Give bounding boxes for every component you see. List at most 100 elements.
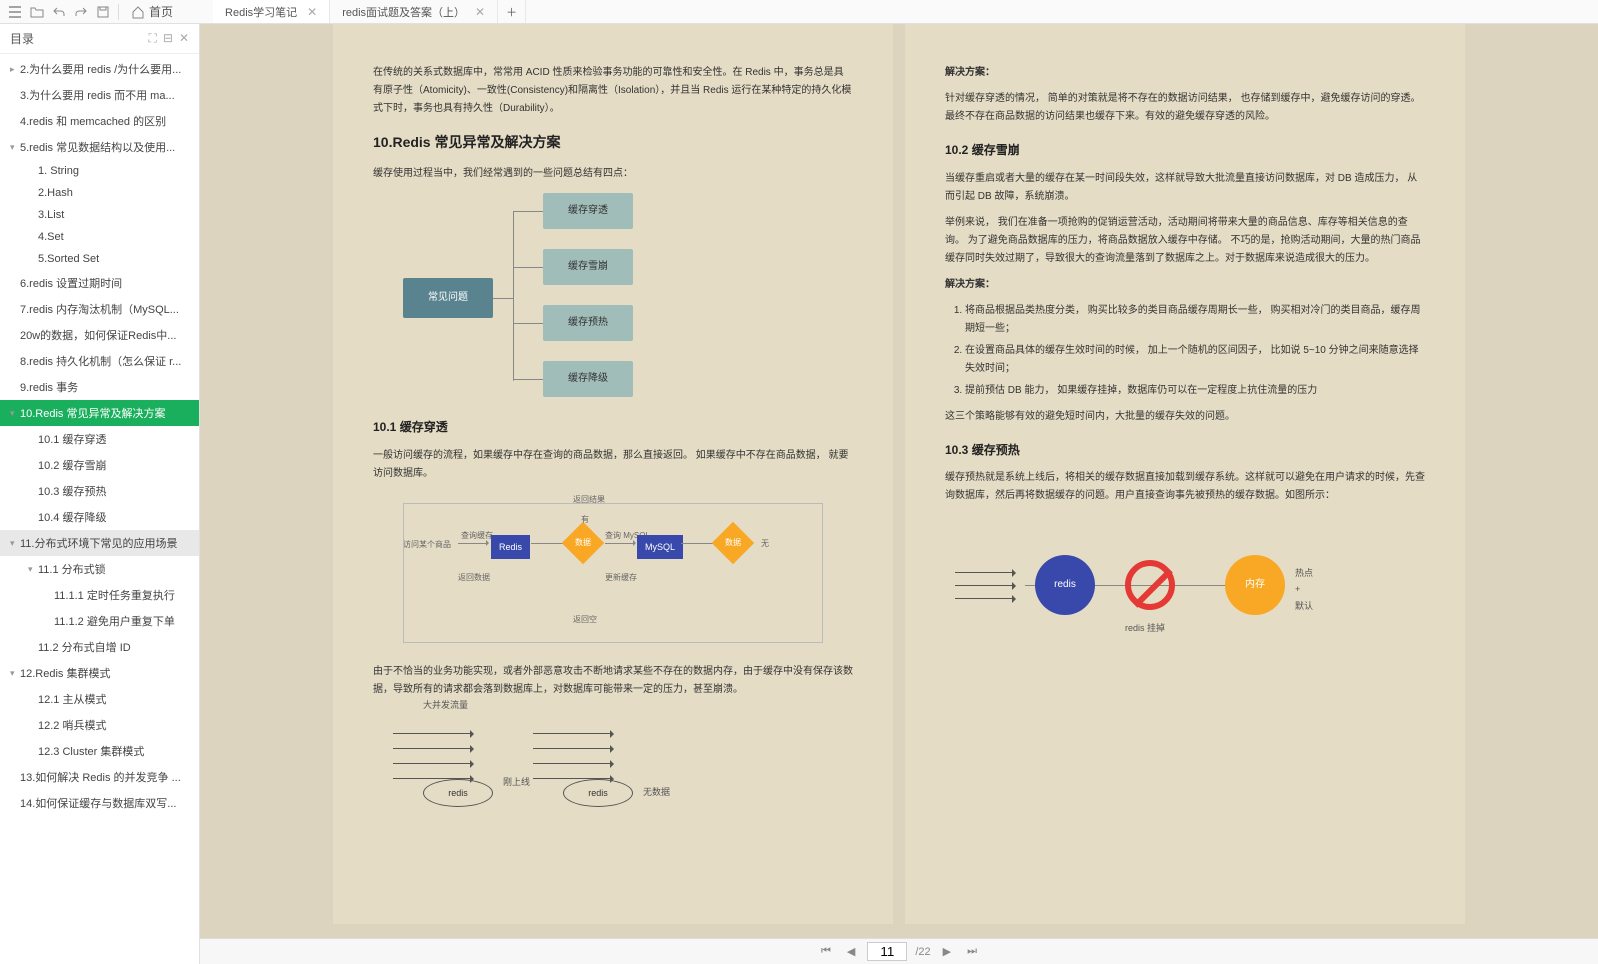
heading-10: 10.Redis 常见异常及解决方案	[373, 130, 853, 155]
outline-item[interactable]: 13.如何解决 Redis 的并发竞争 ...	[0, 764, 199, 790]
page-navigator: ⏮ ◀ /22 ▶ ⏭	[200, 938, 1598, 964]
tab-bar: Redis学习笔记 ✕ redis面试题及答案（上） ✕ ＋	[213, 0, 526, 23]
outline-item[interactable]: 7.redis 内存淘汰机制（MySQL...	[0, 296, 199, 322]
outline-item[interactable]: ▾12.Redis 集群模式	[0, 660, 199, 686]
outline-label: 6.redis 设置过期时间	[20, 275, 122, 291]
outline-item[interactable]: 3.List	[0, 204, 199, 226]
diagram-leaf: 缓存穿透	[543, 193, 633, 229]
last-page-button[interactable]: ⏭	[963, 945, 981, 958]
outline-label: 4.redis 和 memcached 的区别	[20, 113, 166, 129]
expand-arrow-icon: ▾	[28, 564, 38, 575]
outline-item[interactable]: 3.为什么要用 redis 而不用 ma...	[0, 82, 199, 108]
outline-item[interactable]: ▸2.为什么要用 redis /为什么要用...	[0, 56, 199, 82]
outline-item[interactable]: ▾10.Redis 常见异常及解决方案	[0, 400, 199, 426]
outline-label: 12.2 哨兵模式	[38, 717, 106, 733]
outline-label: 4.Set	[38, 231, 64, 243]
expand-icon[interactable]: ⛶	[148, 31, 156, 46]
outline-label: 10.3 缓存预热	[38, 483, 106, 499]
diagram-cache-flow: 返回结果 访问某个商品 查询缓存 Redis 数据 有 查询 MySQL MyS…	[373, 493, 853, 653]
save-icon[interactable]	[92, 1, 114, 23]
diag-label: 默认	[1295, 601, 1313, 611]
outline-item[interactable]: 14.如何保证缓存与数据库双写...	[0, 790, 199, 816]
heading-10-3: 10.3 缓存预热	[945, 440, 1425, 462]
outline-item[interactable]: 8.redis 持久化机制（怎么保证 r...	[0, 348, 199, 374]
prev-page-button[interactable]: ◀	[843, 945, 859, 958]
home-label: 首页	[149, 3, 173, 20]
outline-label: 11.1 分布式锁	[38, 561, 106, 577]
heading-10-1: 10.1 缓存穿透	[373, 417, 853, 439]
collapse-icon[interactable]: ⊟	[163, 31, 173, 46]
diagram-leaf: 缓存预热	[543, 305, 633, 341]
outline-label: 10.Redis 常见异常及解决方案	[20, 405, 165, 421]
outline-list: ▸2.为什么要用 redis /为什么要用...3.为什么要用 redis 而不…	[0, 54, 199, 964]
expand-arrow-icon: ▾	[10, 408, 20, 419]
solution-label: 解决方案：	[945, 279, 995, 290]
solution-list: 将商品根据品类热度分类， 购买比较多的类目商品缓存周期长一些， 购买相对冷门的类…	[965, 302, 1425, 400]
page-total: /22	[915, 946, 930, 958]
outline-label: 5.redis 常见数据结构以及使用...	[20, 139, 175, 155]
outline-item[interactable]: 4.Set	[0, 226, 199, 248]
outline-item[interactable]: 2.Hash	[0, 182, 199, 204]
home-button[interactable]: 首页	[131, 3, 173, 20]
outline-item[interactable]: 11.1.2 避免用户重复下单	[0, 608, 199, 634]
add-tab-button[interactable]: ＋	[498, 0, 526, 23]
outline-item[interactable]: 9.redis 事务	[0, 374, 199, 400]
outline-item[interactable]: 12.3 Cluster 集群模式	[0, 738, 199, 764]
outline-item[interactable]: 6.redis 设置过期时间	[0, 270, 199, 296]
list-item: 提前预估 DB 能力， 如果缓存挂掉，数据库仍可以在一定程度上抗住流量的压力	[965, 382, 1425, 400]
outline-item[interactable]: 10.1 缓存穿透	[0, 426, 199, 452]
heading-10-2: 10.2 缓存雪崩	[945, 140, 1425, 162]
outline-item[interactable]: 12.1 主从模式	[0, 686, 199, 712]
outline-item[interactable]: 10.2 缓存雪崩	[0, 452, 199, 478]
diag-label: 刚上线	[503, 774, 530, 790]
text: 举例来说， 我们在准备一项抢购的促销运营活动，活动期间将带来大量的商品信息、库存…	[945, 214, 1425, 268]
outline-item[interactable]: 10.4 缓存降级	[0, 504, 199, 530]
menu-icon[interactable]	[4, 1, 26, 23]
outline-item[interactable]: ▾11.分布式环境下常见的应用场景	[0, 530, 199, 556]
outline-label: 11.1.2 避免用户重复下单	[54, 613, 175, 629]
top-toolbar: 首页 Redis学习笔记 ✕ redis面试题及答案（上） ✕ ＋	[0, 0, 1598, 24]
page-left: 在传统的关系式数据库中，常常用 ACID 性质来检验事务功能的可靠性和安全性。在…	[333, 24, 893, 924]
close-sidebar-icon[interactable]: ✕	[179, 31, 189, 46]
outline-item[interactable]: 12.2 哨兵模式	[0, 712, 199, 738]
tab-redis-notes[interactable]: Redis学习笔记 ✕	[213, 0, 330, 23]
text: 一般访问缓存的流程，如果缓存中存在查询的商品数据，那么直接返回。 如果缓存中不存…	[373, 447, 853, 483]
outline-label: 12.3 Cluster 集群模式	[38, 743, 144, 759]
text: 当缓存重启或者大量的缓存在某一时间段失效，这样就导致大批流量直接访问数据库，对 …	[945, 170, 1425, 206]
next-page-button[interactable]: ▶	[939, 945, 955, 958]
outline-item[interactable]: 10.3 缓存预热	[0, 478, 199, 504]
outline-item[interactable]: ▾11.1 分布式锁	[0, 556, 199, 582]
diag-redis: redis	[423, 779, 493, 807]
close-icon[interactable]: ✕	[307, 5, 317, 19]
outline-item[interactable]: 4.redis 和 memcached 的区别	[0, 108, 199, 134]
redo-icon[interactable]	[70, 1, 92, 23]
intro-text: 在传统的关系式数据库中，常常用 ACID 性质来检验事务功能的可靠性和安全性。在…	[373, 64, 853, 118]
close-icon[interactable]: ✕	[475, 5, 485, 19]
outline-item[interactable]: 20w的数据，如何保证Redis中...	[0, 322, 199, 348]
diag-redis: redis	[563, 779, 633, 807]
diagram-root: 常见问题	[403, 278, 493, 318]
undo-icon[interactable]	[48, 1, 70, 23]
diag-redis-circle: redis	[1035, 555, 1095, 615]
expand-arrow-icon: ▸	[10, 64, 20, 75]
diag-label: 大并发流量	[423, 697, 468, 713]
page-input[interactable]	[867, 942, 907, 961]
outline-item[interactable]: 5.Sorted Set	[0, 248, 199, 270]
diag-label: 热点	[1295, 568, 1313, 578]
outline-label: 2.Hash	[38, 187, 73, 199]
outline-item[interactable]: ▾5.redis 常见数据结构以及使用...	[0, 134, 199, 160]
outline-label: 5.Sorted Set	[38, 253, 99, 265]
page-right: 解决方案： 针对缓存穿透的情况， 简单的对策就是将不存在的数据访问结果， 也存储…	[905, 24, 1465, 924]
outline-item[interactable]: 11.1.1 定时任务重复执行	[0, 582, 199, 608]
list-item: 将商品根据品类热度分类， 购买比较多的类目商品缓存周期长一些， 购买相对冷门的类…	[965, 302, 1425, 338]
outline-item[interactable]: 1. String	[0, 160, 199, 182]
text: 缓存预热就是系统上线后，将相关的缓存数据直接加载到缓存系统。这样就可以避免在用户…	[945, 469, 1425, 505]
forbidden-icon	[1125, 560, 1175, 610]
first-page-button[interactable]: ⏮	[817, 945, 835, 958]
expand-arrow-icon: ▾	[10, 668, 20, 679]
tab-label: Redis学习笔记	[225, 4, 297, 20]
tab-redis-qa[interactable]: redis面试题及答案（上） ✕	[330, 0, 498, 23]
outline-label: 11.2 分布式自增 ID	[38, 639, 131, 655]
folder-open-icon[interactable]	[26, 1, 48, 23]
outline-item[interactable]: 11.2 分布式自增 ID	[0, 634, 199, 660]
